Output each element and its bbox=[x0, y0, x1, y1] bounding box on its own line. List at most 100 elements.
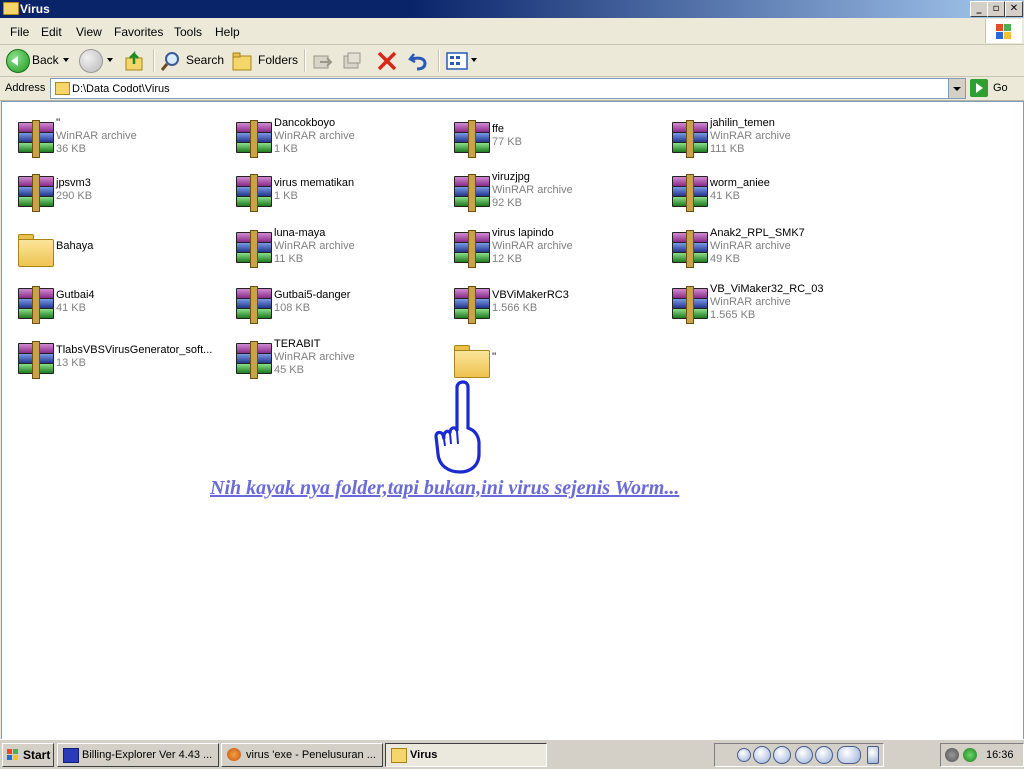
file-name: VBViMakerRC3 bbox=[492, 289, 569, 301]
windows-logo-icon bbox=[985, 19, 1022, 43]
winrar-archive-icon bbox=[16, 286, 56, 324]
back-button[interactable]: Back bbox=[32, 53, 59, 67]
restore-button[interactable]: ▫ bbox=[987, 1, 1005, 17]
file-type: WinRAR archive bbox=[274, 239, 355, 252]
forward-dropdown-icon[interactable] bbox=[107, 58, 113, 65]
file-list-view[interactable]: Nih kayak nya folder,tapi bukan,ini viru… bbox=[1, 101, 1024, 740]
menu-tools[interactable]: Tools bbox=[174, 25, 202, 39]
file-size: 1 KB bbox=[274, 142, 298, 155]
file-name: luna-maya bbox=[274, 226, 326, 239]
taskbar-item-browser[interactable]: virus 'exe - Penelusuran ... bbox=[221, 743, 383, 767]
file-name: TlabsVBSVirusGenerator_soft... bbox=[56, 344, 213, 356]
file-item[interactable]: VBViMakerRC3 1.566 KB bbox=[444, 276, 654, 328]
file-item[interactable]: '' bbox=[444, 331, 654, 383]
minimize-button[interactable]: _ bbox=[970, 1, 988, 17]
system-tray: 16:36 bbox=[940, 743, 1024, 767]
stop-icon[interactable] bbox=[773, 746, 791, 764]
file-type: WinRAR archive bbox=[710, 295, 791, 308]
forward-button[interactable] bbox=[79, 49, 103, 73]
file-item[interactable]: Dancokboyo WinRAR archive 1 KB bbox=[226, 110, 436, 162]
network-icon[interactable] bbox=[963, 748, 977, 762]
windows-logo-icon bbox=[7, 749, 19, 761]
file-item[interactable]: Gutbai5-danger 108 KB bbox=[226, 276, 436, 328]
search-icon bbox=[160, 52, 179, 71]
file-size: 92 KB bbox=[492, 196, 522, 209]
go-button[interactable]: Go bbox=[993, 82, 1008, 94]
address-dropdown-icon[interactable] bbox=[948, 79, 965, 98]
file-size: 290 KB bbox=[56, 190, 93, 202]
file-item[interactable]: ffe 77 KB bbox=[444, 110, 654, 162]
title-bar[interactable]: Virus _ ▫ ✕ bbox=[0, 0, 1024, 18]
file-item[interactable]: viruzjpg WinRAR archive 92 KB bbox=[444, 164, 654, 216]
address-bar: Address D:\Data Codot\Virus Go bbox=[0, 77, 1024, 101]
file-item[interactable]: jahilin_temen WinRAR archive 111 KB bbox=[662, 110, 872, 162]
file-item[interactable]: luna-maya WinRAR archive 11 KB bbox=[226, 220, 436, 272]
file-size: 111 KB bbox=[710, 142, 745, 155]
previous-icon[interactable] bbox=[795, 746, 813, 764]
taskbar-item-label: Virus bbox=[410, 749, 438, 761]
file-item[interactable]: TERABIT WinRAR archive 45 KB bbox=[226, 331, 436, 383]
winrar-archive-icon bbox=[670, 286, 710, 324]
views-icon[interactable] bbox=[446, 50, 468, 72]
file-size: 108 KB bbox=[274, 302, 311, 314]
search-button[interactable]: Search bbox=[186, 53, 224, 67]
file-item[interactable]: TlabsVBSVirusGenerator_soft... 13 KB bbox=[8, 331, 218, 383]
restore-player-icon[interactable] bbox=[867, 746, 879, 764]
back-dropdown-icon[interactable] bbox=[63, 58, 69, 65]
pause-icon[interactable] bbox=[753, 746, 771, 764]
close-button[interactable]: ✕ bbox=[1005, 1, 1023, 17]
file-name: virus lapindo bbox=[492, 226, 554, 239]
file-size: 1.565 KB bbox=[710, 308, 756, 321]
folders-icon bbox=[232, 52, 252, 71]
go-arrow-icon[interactable] bbox=[970, 79, 988, 97]
file-item[interactable]: virus lapindo WinRAR archive 12 KB bbox=[444, 220, 654, 272]
file-type: WinRAR archive bbox=[274, 350, 355, 363]
file-item[interactable]: Gutbai4 41 KB bbox=[8, 276, 218, 328]
file-name: Gutbai4 bbox=[56, 289, 95, 301]
views-dropdown-icon[interactable] bbox=[471, 58, 477, 65]
copy-to-icon[interactable] bbox=[342, 50, 364, 72]
taskbar-item-virus[interactable]: Virus bbox=[385, 743, 547, 767]
file-item[interactable]: VB_ViMaker32_RC_03 WinRAR archive 1.565 KB bbox=[662, 276, 872, 328]
menu-favorites[interactable]: Favorites bbox=[114, 25, 163, 39]
folder-icon bbox=[452, 343, 492, 378]
back-icon[interactable] bbox=[6, 49, 30, 73]
folders-button[interactable]: Folders bbox=[258, 53, 298, 67]
taskbar-item-billing-explorer[interactable]: Billing-Explorer Ver 4.43 ... bbox=[57, 743, 219, 767]
file-size: 77 KB bbox=[492, 136, 522, 148]
menu-view[interactable]: View bbox=[76, 25, 102, 39]
folder-icon bbox=[55, 82, 70, 95]
address-path[interactable]: D:\Data Codot\Virus bbox=[72, 83, 170, 95]
file-size: 49 KB bbox=[710, 252, 740, 265]
winrar-archive-icon bbox=[452, 286, 492, 324]
delete-icon[interactable] bbox=[376, 50, 398, 72]
next-icon[interactable] bbox=[815, 746, 833, 764]
file-name: virus mematikan bbox=[274, 177, 355, 189]
volume-icon[interactable] bbox=[837, 746, 861, 764]
file-item[interactable]: '' WinRAR archive 36 KB bbox=[8, 110, 218, 162]
winrar-archive-icon bbox=[234, 230, 274, 268]
tray-app-icon[interactable] bbox=[945, 748, 959, 762]
move-to-icon[interactable] bbox=[312, 50, 334, 72]
start-button[interactable]: Start bbox=[2, 743, 54, 767]
folder-icon bbox=[391, 748, 407, 763]
up-folder-icon[interactable] bbox=[124, 50, 146, 72]
media-menu-icon[interactable] bbox=[737, 748, 751, 762]
file-item[interactable]: virus mematikan 1 KB bbox=[226, 164, 436, 216]
menu-bar: File Edit View Favorites Tools Help bbox=[0, 18, 1024, 45]
file-name: viruzjpg bbox=[492, 170, 530, 183]
winrar-archive-icon bbox=[452, 120, 492, 158]
file-item[interactable]: jpsvm3 290 KB bbox=[8, 164, 218, 216]
file-item[interactable]: worm_aniee 41 KB bbox=[662, 164, 872, 216]
undo-icon[interactable] bbox=[408, 50, 430, 72]
menu-edit[interactable]: Edit bbox=[41, 25, 62, 39]
file-item[interactable]: Bahaya bbox=[8, 220, 218, 272]
firefox-icon bbox=[227, 748, 241, 761]
menu-help[interactable]: Help bbox=[215, 25, 240, 39]
clock[interactable]: 16:36 bbox=[986, 749, 1014, 761]
taskbar: Start Billing-Explorer Ver 4.43 ... viru… bbox=[0, 739, 1024, 769]
media-player-toolbar bbox=[714, 743, 884, 767]
address-input[interactable]: D:\Data Codot\Virus bbox=[50, 78, 966, 99]
file-item[interactable]: Anak2_RPL_SMK7 WinRAR archive 49 KB bbox=[662, 220, 872, 272]
menu-file[interactable]: File bbox=[10, 25, 29, 39]
